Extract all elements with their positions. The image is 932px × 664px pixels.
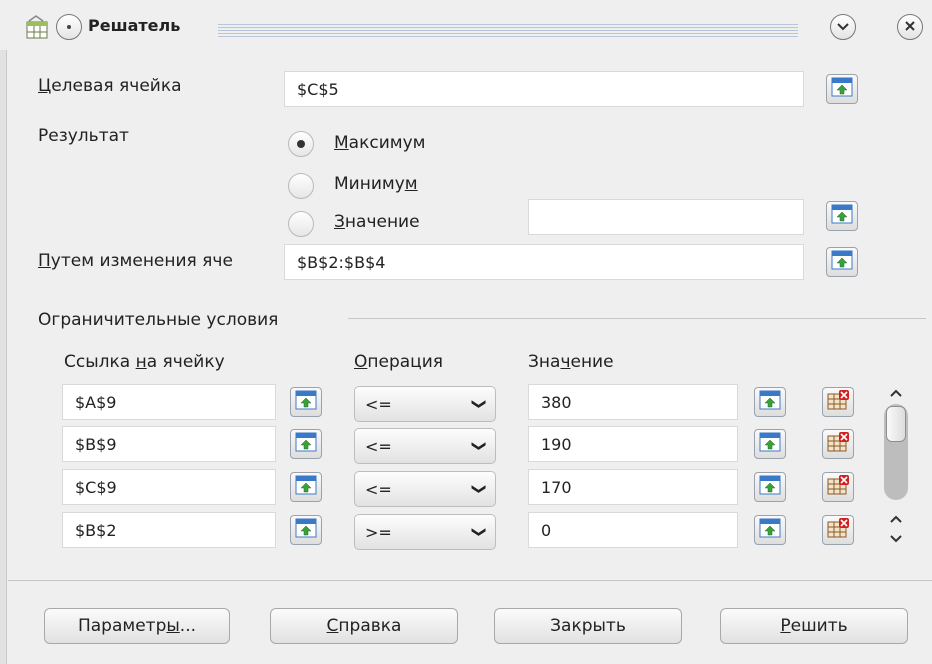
help-button[interactable]: Справка: [270, 608, 458, 644]
title-bar-decoration: [218, 24, 798, 38]
options-button[interactable]: Параметр ы...: [44, 608, 230, 644]
constraint-ref-shrink-button[interactable]: [290, 515, 322, 545]
target-cell-shrink-button[interactable]: [826, 74, 858, 104]
shrink-icon: [295, 475, 317, 500]
constraint-ref-field[interactable]: $A$9: [62, 384, 276, 420]
constraints-scrollbar-thumb[interactable]: [886, 406, 906, 442]
scroll-up-arrow-icon[interactable]: [884, 508, 908, 529]
constraint-delete-button[interactable]: [822, 515, 854, 545]
changing-cells-shrink-button[interactable]: [826, 247, 858, 277]
changing-cells-label: Путем изменения яче: [38, 251, 233, 271]
constraint-value-shrink-button[interactable]: [754, 429, 786, 459]
delete-row-icon: [827, 517, 849, 543]
shrink-icon: [295, 518, 317, 543]
changing-cells-field[interactable]: $B$2:$B$4: [284, 244, 804, 280]
constraint-ref-shrink-button[interactable]: [290, 387, 322, 417]
shrink-icon: [759, 432, 781, 457]
constraint-ref-field[interactable]: $C$9: [62, 469, 276, 505]
column-header-value: Значение: [528, 352, 614, 372]
close-window-button[interactable]: [897, 14, 923, 40]
constraint-delete-button[interactable]: [822, 472, 854, 502]
shrink-icon: [295, 432, 317, 457]
window-title: Решатель: [88, 16, 181, 35]
constraint-delete-button[interactable]: [822, 387, 854, 417]
solve-button[interactable]: Решить: [720, 608, 908, 644]
result-value-field[interactable]: [528, 199, 804, 235]
chevron-down-icon: [837, 20, 849, 34]
radio-value[interactable]: [288, 211, 314, 237]
chevron-down-icon: ❯: [471, 483, 488, 495]
delete-row-icon: [827, 474, 849, 500]
result-value-shrink-button[interactable]: [826, 201, 858, 231]
minimize-button[interactable]: [830, 14, 856, 40]
calc-app-icon: [24, 14, 50, 40]
result-label: Результат: [38, 126, 129, 146]
constraint-ref-shrink-button[interactable]: [290, 472, 322, 502]
operation-value: <=: [365, 394, 392, 414]
constraint-ref-field[interactable]: $B$9: [62, 426, 276, 462]
shrink-icon: [759, 518, 781, 543]
constraint-operation-select[interactable]: >= ❯: [354, 514, 496, 550]
chevron-down-icon: ❯: [471, 440, 488, 452]
radio-value-label[interactable]: Значение: [334, 212, 420, 232]
constraint-value-shrink-button[interactable]: [754, 387, 786, 417]
operation-value: <=: [365, 436, 392, 456]
buttons-separator: [8, 580, 932, 581]
close-button[interactable]: Закрыть: [494, 608, 682, 644]
shrink-icon: [759, 390, 781, 415]
close-icon: [904, 20, 916, 35]
delete-row-icon: [827, 431, 849, 457]
constraints-group-label: Ограничительные условия: [38, 310, 279, 330]
constraint-value-shrink-button[interactable]: [754, 515, 786, 545]
constraint-ref-field[interactable]: $B$2: [62, 512, 276, 548]
dot-icon: [67, 25, 71, 29]
constraint-ref-shrink-button[interactable]: [290, 429, 322, 459]
operation-value: <=: [365, 479, 392, 499]
chevron-down-icon: ❯: [471, 398, 488, 410]
constraint-delete-button[interactable]: [822, 429, 854, 459]
delete-row-icon: [827, 389, 849, 415]
shrink-icon: [831, 250, 853, 275]
radio-maximum[interactable]: [288, 131, 314, 157]
column-header-operation: Операция: [354, 352, 444, 372]
shrink-icon: [295, 390, 317, 415]
shrink-icon: [831, 204, 853, 229]
constraint-value-field[interactable]: 170: [528, 469, 738, 505]
window-menu-button[interactable]: [56, 14, 82, 40]
radio-minimum[interactable]: [288, 173, 314, 199]
column-header-cell-reference: Ссылка на ячейку: [64, 352, 225, 372]
constraint-value-field[interactable]: 380: [528, 384, 738, 420]
constraint-operation-select[interactable]: <= ❯: [354, 471, 496, 507]
scroll-down-arrow-icon[interactable]: [884, 528, 908, 549]
window-edge: [0, 0, 7, 664]
constraint-value-shrink-button[interactable]: [754, 472, 786, 502]
constraint-value-field[interactable]: 190: [528, 426, 738, 462]
constraint-operation-select[interactable]: <= ❯: [354, 386, 496, 422]
constraints-group-divider: [348, 318, 926, 319]
chevron-down-icon: ❯: [471, 526, 488, 538]
operation-value: >=: [365, 522, 392, 542]
shrink-icon: [831, 77, 853, 102]
scroll-up-arrow-icon[interactable]: [884, 382, 908, 403]
radio-selected-dot: [297, 140, 305, 148]
constraint-operation-select[interactable]: <= ❯: [354, 428, 496, 464]
target-cell-field[interactable]: $C$5: [284, 71, 804, 107]
radio-minimum-label[interactable]: Минимум: [334, 174, 418, 194]
target-cell-label: Целевая ячейка: [38, 76, 182, 96]
constraint-value-field[interactable]: 0: [528, 512, 738, 548]
radio-maximum-label[interactable]: Максимум: [334, 133, 425, 153]
shrink-icon: [759, 475, 781, 500]
